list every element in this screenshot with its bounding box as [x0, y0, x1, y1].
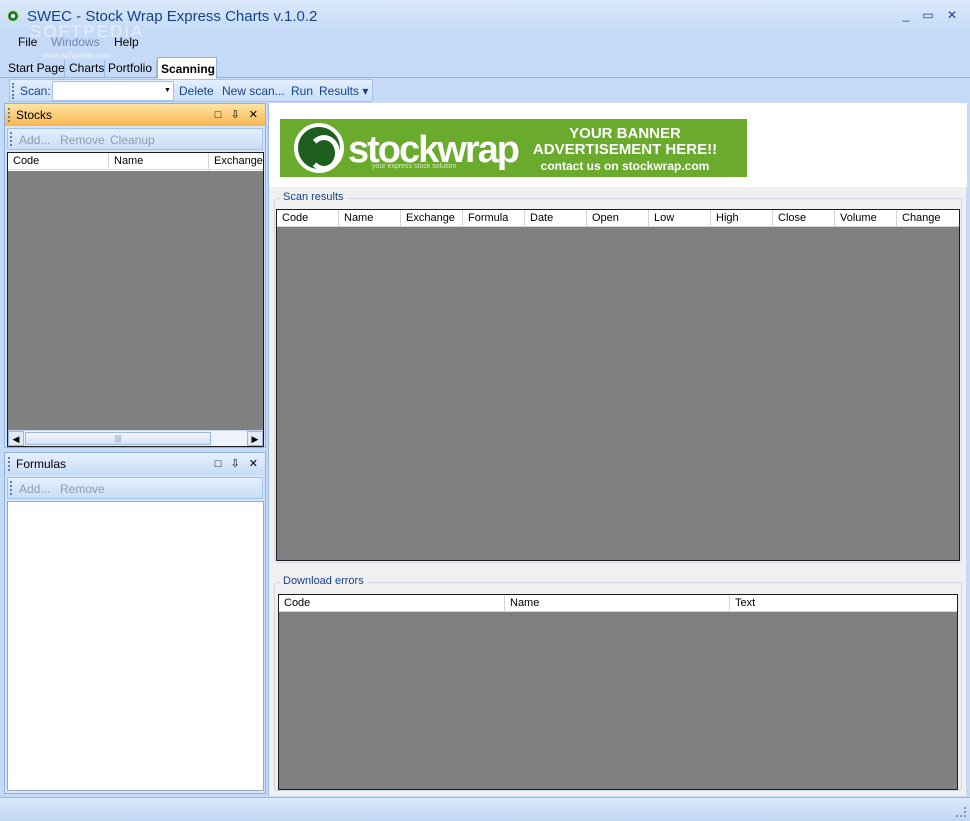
download-errors-table[interactable]: Code Name Text	[278, 594, 958, 790]
add-formula-button[interactable]: Add...	[19, 482, 50, 496]
menu-help[interactable]: Help	[114, 35, 139, 49]
tab-portfolio[interactable]: Portfolio	[105, 60, 157, 78]
column-header-high[interactable]: High	[711, 210, 773, 227]
tab-charts[interactable]: Charts	[66, 60, 105, 78]
scanning-content: stockwrap your express stock solution YO…	[268, 103, 967, 796]
formulas-panel-header[interactable]: Formulas □ ⇩ ✕	[5, 453, 265, 475]
download-errors-group: Download errors Code Name Text	[274, 575, 962, 791]
menu-windows[interactable]: Windows	[51, 35, 100, 49]
menu-bar: File Windows Help	[0, 33, 970, 51]
remove-formula-button[interactable]: Remove	[60, 482, 105, 496]
document-tabs: Start Page Charts Portfolio Scanning	[0, 56, 970, 79]
app-logo-icon	[6, 9, 20, 23]
tab-start-page[interactable]: Start Page	[5, 60, 65, 78]
remove-stock-button[interactable]: Remove	[60, 133, 105, 147]
scroll-left-icon[interactable]: ◀	[8, 431, 24, 446]
scan-results-group: Scan results Code Name Exchange Formula …	[274, 191, 962, 563]
column-header-code[interactable]: Code	[8, 153, 109, 170]
toolbar-grip[interactable]	[10, 481, 12, 495]
column-header-change[interactable]: Change	[897, 210, 959, 227]
scroll-thumb[interactable]: |||	[25, 432, 211, 445]
stockwrap-banner[interactable]: stockwrap your express stock solution YO…	[280, 119, 747, 177]
cleanup-button[interactable]: Cleanup	[110, 133, 155, 147]
stocks-panel-header[interactable]: Stocks □ ⇩ ✕	[5, 104, 265, 126]
scan-label: Scan:	[20, 84, 51, 98]
stocks-panel-title: Stocks	[16, 108, 53, 122]
scroll-right-icon[interactable]: ▶	[247, 431, 263, 446]
panel-window-icons[interactable]: □ ⇩ ✕	[215, 457, 261, 470]
panel-window-icons[interactable]: □ ⇩ ✕	[215, 108, 261, 121]
formulas-list[interactable]	[7, 501, 264, 791]
window-title: SWEC - Stock Wrap Express Charts v.1.0.2	[27, 8, 318, 25]
banner-headline-2: ADVERTISEMENT HERE!!	[532, 141, 718, 158]
tab-scanning[interactable]: Scanning	[157, 57, 217, 79]
download-errors-label: Download errors	[280, 575, 367, 587]
banner-headline-1: YOUR BANNER	[569, 125, 681, 142]
column-header-low[interactable]: Low	[649, 210, 711, 227]
new-scan-button[interactable]: New scan...	[222, 84, 285, 98]
menu-file[interactable]: File	[18, 35, 37, 49]
formulas-panel-toolbar: Add... Remove	[7, 477, 263, 499]
formulas-panel-title: Formulas	[16, 457, 67, 471]
banner-tagline: your express stock solution	[372, 163, 457, 170]
stocks-list-body[interactable]	[8, 171, 263, 430]
stocks-panel-toolbar: Add... Remove Cleanup	[7, 128, 263, 150]
column-header-formula[interactable]: Formula	[463, 210, 525, 227]
delete-button[interactable]: Delete	[179, 84, 214, 98]
toolbar-grip[interactable]	[12, 83, 14, 99]
stocks-list[interactable]: Code Name Exchange ◀ ||| ▶	[7, 152, 264, 447]
scan-results-table[interactable]: Code Name Exchange Formula Date Open Low…	[276, 209, 960, 561]
title-bar: SWEC - Stock Wrap Express Charts v.1.0.2…	[0, 0, 970, 32]
stocks-panel: Stocks □ ⇩ ✕ Add... Remove Cleanup Code …	[4, 103, 266, 448]
status-bar	[0, 797, 970, 821]
maximize-button[interactable]: ▭	[920, 8, 936, 22]
column-header-name[interactable]: Name	[505, 595, 730, 612]
run-button[interactable]: Run	[291, 84, 313, 98]
panel-grip[interactable]	[8, 108, 10, 122]
column-header-text[interactable]: Text	[730, 595, 957, 612]
scan-toolbar: Scan: ▼ Delete New scan... Run Results ▾	[9, 79, 373, 102]
formulas-panel: Formulas □ ⇩ ✕ Add... Remove	[4, 452, 266, 794]
column-header-exchange[interactable]: Exchange	[401, 210, 463, 227]
column-header-exchange[interactable]: Exchange	[209, 153, 263, 170]
column-header-name[interactable]: Name	[339, 210, 401, 227]
stocks-list-header: Code Name Exchange	[8, 153, 263, 170]
scan-results-header: Code Name Exchange Formula Date Open Low…	[277, 210, 959, 227]
close-button[interactable]: ✕	[944, 8, 960, 22]
toolbar-grip[interactable]	[10, 132, 12, 146]
resize-grip-icon[interactable]	[956, 807, 966, 817]
horizontal-scrollbar[interactable]: ◀ ||| ▶	[8, 430, 263, 446]
column-header-open[interactable]: Open	[587, 210, 649, 227]
column-header-name[interactable]: Name	[109, 153, 209, 170]
column-header-volume[interactable]: Volume	[835, 210, 897, 227]
banner-contact: contact us on stockwrap.com	[540, 159, 710, 173]
minimize-button[interactable]: _	[898, 8, 914, 22]
download-errors-header: Code Name Text	[279, 595, 957, 612]
scan-select[interactable]: ▼	[52, 81, 174, 101]
column-header-code[interactable]: Code	[277, 210, 339, 227]
chevron-down-icon[interactable]: ▼	[162, 82, 173, 100]
column-header-date[interactable]: Date	[525, 210, 587, 227]
banner-strip: stockwrap your express stock solution YO…	[269, 103, 967, 187]
column-header-close[interactable]: Close	[773, 210, 835, 227]
scan-results-label: Scan results	[280, 191, 347, 203]
stockwrap-logo-icon	[294, 123, 344, 173]
column-header-code[interactable]: Code	[279, 595, 505, 612]
panel-grip[interactable]	[8, 457, 10, 471]
add-stock-button[interactable]: Add...	[19, 133, 50, 147]
results-dropdown[interactable]: Results ▾	[319, 84, 368, 98]
